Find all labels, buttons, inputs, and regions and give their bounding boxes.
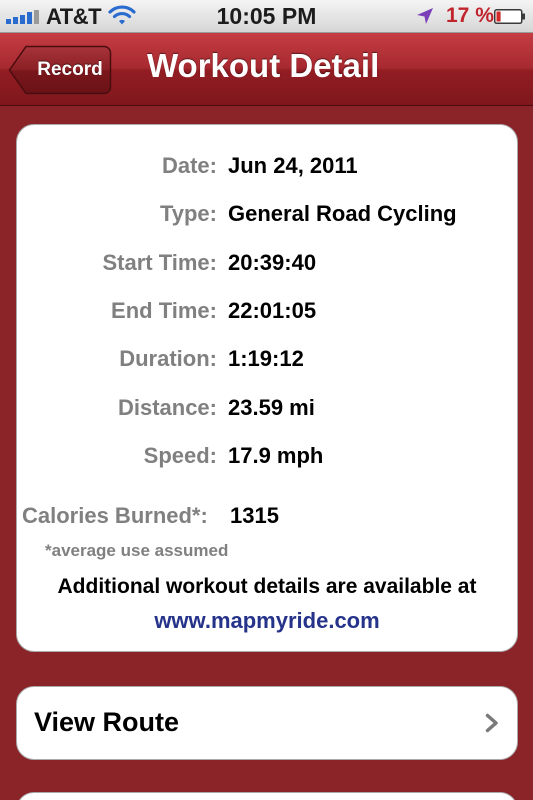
detail-value: 20:39:40	[228, 250, 317, 275]
detail-value: 17.9 mph	[228, 443, 324, 468]
location-arrow-icon	[417, 8, 433, 24]
battery-percent: 17 %	[446, 4, 494, 27]
detail-row-speed: Speed: 17.9 mph	[17, 443, 519, 475]
detail-label: Distance:	[117, 395, 217, 420]
detail-row-start-time: Start Time: 20:39:40	[17, 250, 519, 282]
navigation-bar: Record Workout Detail	[0, 33, 533, 106]
detail-value: 22:01:05	[228, 298, 317, 323]
workout-detail-card: Date: Jun 24, 2011 Type: General Road Cy…	[16, 124, 518, 652]
detail-row-end-time: End Time: 22:01:05	[17, 298, 519, 330]
detail-label: Date:	[161, 153, 217, 178]
next-list-cell[interactable]	[16, 792, 518, 800]
detail-label: Duration:	[119, 346, 217, 371]
back-button-label: Record	[37, 59, 103, 80]
detail-value: General Road Cycling	[228, 201, 457, 226]
battery-icon	[494, 9, 525, 24]
calories-value: 1315	[230, 503, 279, 528]
mapmyride-link[interactable]: www.mapmyride.com	[17, 608, 517, 634]
detail-label: End Time:	[111, 298, 217, 323]
detail-row-duration: Duration: 1:19:12	[17, 346, 519, 378]
status-bar: AT&T 10:05 PM 17 %	[0, 0, 533, 33]
detail-row-date: Date: Jun 24, 2011	[17, 153, 519, 185]
detail-value: 1:19:12	[228, 346, 304, 371]
detail-row-type: Type: General Road Cycling	[17, 201, 519, 233]
page-title: Workout Detail	[147, 47, 380, 84]
detail-value: Jun 24, 2011	[228, 153, 358, 178]
back-button[interactable]: Record	[8, 45, 112, 95]
detail-row-distance: Distance: 23.59 mi	[17, 395, 519, 427]
calories-footnote: *average use assumed	[45, 541, 229, 560]
detail-value: 23.59 mi	[228, 395, 315, 420]
detail-label: Type:	[159, 201, 217, 226]
view-route-cell[interactable]: View Route	[16, 686, 518, 760]
detail-label: Speed:	[143, 443, 217, 468]
view-route-label: View Route	[34, 707, 180, 737]
chevron-right-icon	[485, 713, 498, 733]
detail-label: Start Time:	[102, 250, 217, 275]
calories-label: Calories Burned*:	[22, 503, 208, 528]
more-info-text: Additional workout details are available…	[57, 575, 477, 598]
